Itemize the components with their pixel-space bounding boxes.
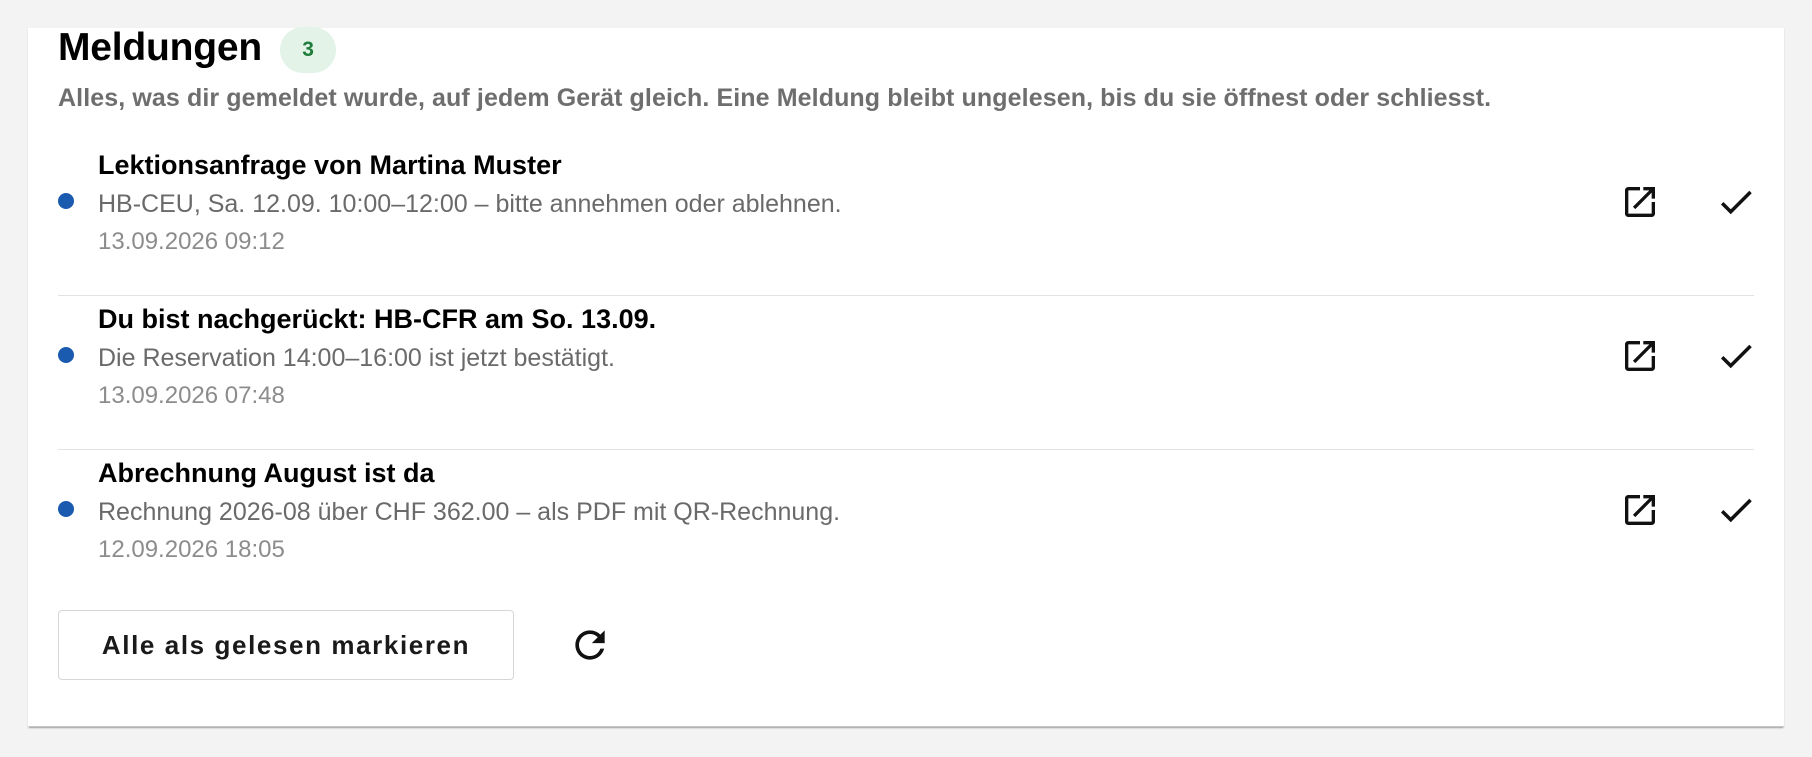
notifications-card: Meldungen 3 Alles, was dir gemeldet wurd…: [28, 26, 1784, 727]
unread-dot: [58, 347, 74, 363]
mark-read-button[interactable]: [1712, 178, 1760, 226]
page-subtitle: Alles, was dir gemeldet wurde, auf jedem…: [58, 84, 1492, 112]
notification-title: Du bist nachgerückt: HB-CFR am So. 13.09…: [98, 304, 657, 334]
notification-list: Lektionsanfrage von Martina Muster HB-CE…: [58, 142, 1754, 603]
mark-read-button[interactable]: [1712, 486, 1760, 534]
open-notification-button[interactable]: [1616, 332, 1664, 380]
notification-item[interactable]: Du bist nachgerückt: HB-CFR am So. 13.09…: [58, 296, 1754, 450]
open-notification-button[interactable]: [1616, 486, 1664, 534]
open-in-new-icon: [1625, 341, 1655, 371]
notification-timestamp: 12.09.2026 18:05: [98, 536, 285, 563]
mark-all-read-button[interactable]: Alle als gelesen markieren: [58, 610, 514, 680]
unread-count-badge: 3: [280, 27, 337, 73]
unread-dot: [58, 501, 74, 517]
notification-body: Die Reservation 14:00–16:00 ist jetzt be…: [98, 344, 615, 372]
check-icon: [1720, 190, 1752, 215]
open-in-new-icon: [1625, 187, 1655, 217]
unread-dot: [58, 193, 74, 209]
open-notification-button[interactable]: [1616, 178, 1664, 226]
notification-title: Lektionsanfrage von Martina Muster: [98, 150, 562, 180]
mark-read-button[interactable]: [1712, 332, 1760, 380]
notification-item[interactable]: Lektionsanfrage von Martina Muster HB-CE…: [58, 142, 1754, 296]
notification-timestamp: 13.09.2026 09:12: [98, 228, 285, 255]
check-icon: [1720, 344, 1752, 369]
check-icon: [1720, 498, 1752, 523]
notification-timestamp: 13.09.2026 07:48: [98, 382, 285, 409]
notification-title: Abrechnung August ist da: [98, 458, 435, 488]
refresh-icon: [575, 630, 605, 660]
notification-body: Rechnung 2026-08 über CHF 362.00 – als P…: [98, 498, 841, 526]
notification-body: HB-CEU, Sa. 12.09. 10:00–12:00 – bitte a…: [98, 190, 842, 218]
notification-item[interactable]: Abrechnung August ist da Rechnung 2026-0…: [58, 450, 1754, 603]
notifications-header: Meldungen 3: [58, 26, 337, 73]
refresh-button[interactable]: [564, 619, 616, 671]
open-in-new-icon: [1625, 495, 1655, 525]
page-title: Meldungen: [58, 26, 263, 69]
